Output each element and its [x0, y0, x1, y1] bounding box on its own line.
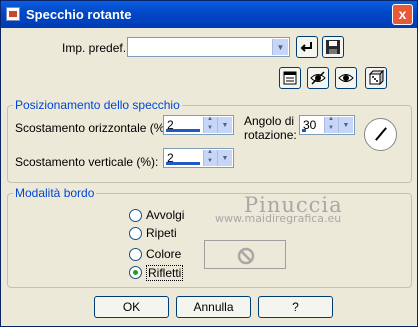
dice-randomize-icon[interactable] [365, 67, 387, 89]
rotation-angle-slider[interactable] [302, 129, 306, 132]
horizontal-offset-slider[interactable] [166, 129, 200, 132]
preset-dropdown[interactable]: ▼ [127, 37, 290, 57]
dial-needle-icon [375, 127, 387, 141]
chevron-down-icon[interactable]: ▼ [338, 117, 353, 133]
spinner-arrows-icon[interactable] [203, 116, 218, 133]
dialog-window: Specchio rotante x Imp. predef.: ▼ Posiz… [0, 0, 418, 327]
title-bar[interactable]: Specchio rotante x [1, 1, 417, 28]
cancel-button[interactable]: Annulla [176, 296, 251, 318]
spinner-arrows-icon[interactable] [324, 116, 339, 133]
rotation-dial[interactable] [364, 118, 397, 151]
app-icon [6, 7, 20, 21]
horizontal-offset-label: Scostamento orizzontale (%): [15, 121, 172, 135]
radio-colore-label[interactable]: Colore [146, 247, 181, 261]
rotation-angle-label-line2: rotazione: [244, 128, 297, 142]
vertical-offset-input[interactable]: 2 ▼ [163, 148, 234, 168]
window-title: Specchio rotante [26, 7, 132, 22]
watermark-url: www.maidiregrafica.eu [215, 212, 342, 225]
radio-rifletti[interactable] [129, 266, 142, 279]
horizontal-offset-input[interactable]: 2 ▼ [163, 115, 234, 135]
edge-mode-group-title: Modalità bordo [13, 186, 97, 200]
chevron-down-icon[interactable]: ▼ [217, 150, 232, 166]
rotation-angle-input[interactable]: 30 ▼ [299, 115, 355, 135]
no-color-icon [237, 247, 255, 265]
vertical-offset-slider[interactable] [166, 162, 200, 165]
preview-window-icon[interactable] [279, 67, 301, 89]
spinner-arrows-icon[interactable] [203, 149, 218, 166]
chevron-down-icon[interactable]: ▼ [217, 117, 232, 133]
radio-colore[interactable] [129, 248, 142, 261]
radio-rifletti-label[interactable]: Rifletti [146, 265, 184, 281]
chevron-down-icon[interactable]: ▼ [272, 39, 288, 55]
radio-avvolgi[interactable] [129, 209, 142, 222]
radio-ripeti[interactable] [129, 227, 142, 240]
radio-avvolgi-label[interactable]: Avvolgi [146, 208, 184, 222]
rotation-angle-label-line1: Angolo di [244, 114, 295, 128]
radio-ripeti-label[interactable]: Ripeti [146, 226, 177, 240]
mirror-position-group-title: Posizionamento dello specchio [13, 98, 182, 112]
help-button[interactable]: ? [258, 296, 333, 318]
ok-button[interactable]: OK [94, 296, 169, 318]
vertical-offset-label: Scostamento verticale (%): [15, 155, 159, 169]
close-button[interactable]: x [392, 4, 413, 25]
eye-toggle-icon[interactable] [307, 67, 329, 89]
color-swatch[interactable] [204, 240, 286, 269]
save-disk-icon[interactable] [322, 36, 344, 58]
return-arrow-icon[interactable] [296, 36, 318, 58]
preset-label: Imp. predef.: [62, 41, 130, 55]
eye-icon[interactable] [335, 67, 357, 89]
